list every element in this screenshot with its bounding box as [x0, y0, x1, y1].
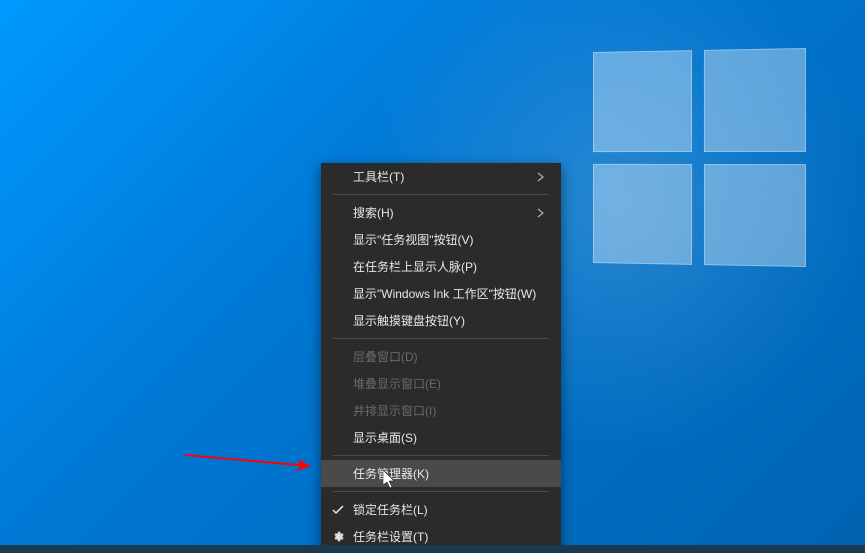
- menu-item-15[interactable]: 锁定任务栏(L): [321, 496, 561, 523]
- menu-item-2[interactable]: 搜索(H): [321, 199, 561, 226]
- menu-item-label: 显示触摸键盘按钮(Y): [353, 312, 547, 329]
- menu-item-label: 堆叠显示窗口(E): [353, 375, 547, 392]
- menu-item-11[interactable]: 显示桌面(S): [321, 424, 561, 451]
- menu-item-5[interactable]: 显示"Windows Ink 工作区"按钮(W): [321, 280, 561, 307]
- menu-item-label: 并排显示窗口(I): [353, 402, 547, 419]
- menu-item-8: 层叠窗口(D): [321, 343, 561, 370]
- annotation-arrow: [180, 450, 340, 490]
- menu-item-label: 任务管理器(K): [353, 465, 547, 482]
- menu-item-3[interactable]: 显示"任务视图"按钮(V): [321, 226, 561, 253]
- menu-item-label: 工具栏(T): [353, 168, 535, 185]
- taskbar-context-menu: 工具栏(T) 搜索(H) 显示"任务视图"按钮(V) 在任务栏上显示人脉(P) 显示"W…: [321, 163, 561, 550]
- menu-item-4[interactable]: 在任务栏上显示人脉(P): [321, 253, 561, 280]
- check-icon: [331, 503, 345, 517]
- menu-item-10: 并排显示窗口(I): [321, 397, 561, 424]
- gear-icon: [331, 530, 345, 544]
- menu-item-label: 在任务栏上显示人脉(P): [353, 258, 547, 275]
- menu-separator: [333, 194, 549, 195]
- menu-separator: [333, 338, 549, 339]
- menu-item-label: 显示"任务视图"按钮(V): [353, 231, 547, 248]
- taskbar[interactable]: [0, 545, 865, 553]
- menu-item-label: 任务栏设置(T): [353, 528, 547, 545]
- menu-item-label: 显示"Windows Ink 工作区"按钮(W): [353, 285, 547, 302]
- menu-separator: [333, 455, 549, 456]
- windows-logo: [593, 48, 806, 267]
- menu-item-label: 显示桌面(S): [353, 429, 547, 446]
- chevron-right-icon: [535, 171, 547, 183]
- menu-item-label: 层叠窗口(D): [353, 348, 547, 365]
- menu-item-0[interactable]: 工具栏(T): [321, 163, 561, 190]
- menu-item-label: 锁定任务栏(L): [353, 501, 547, 518]
- menu-separator: [333, 491, 549, 492]
- menu-item-13[interactable]: 任务管理器(K): [321, 460, 561, 487]
- menu-item-6[interactable]: 显示触摸键盘按钮(Y): [321, 307, 561, 334]
- chevron-right-icon: [535, 207, 547, 219]
- menu-item-label: 搜索(H): [353, 204, 535, 221]
- menu-item-9: 堆叠显示窗口(E): [321, 370, 561, 397]
